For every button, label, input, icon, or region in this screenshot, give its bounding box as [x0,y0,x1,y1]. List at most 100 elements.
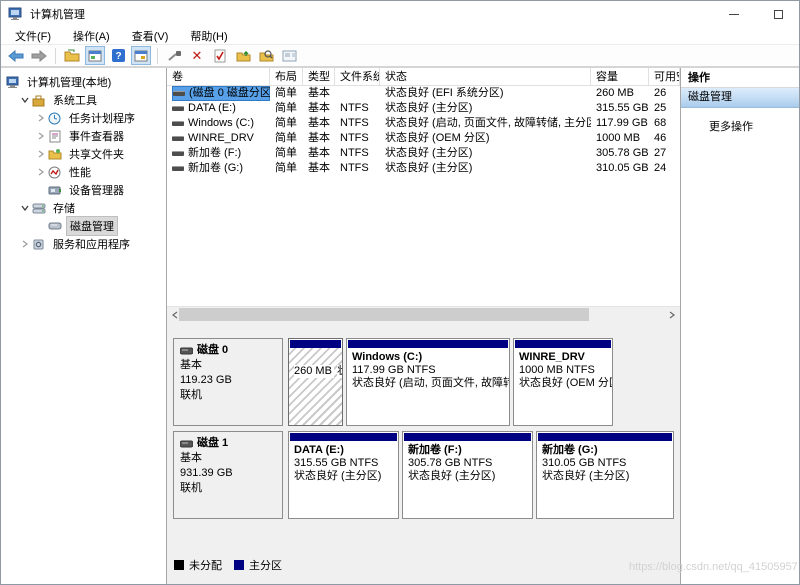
partition-new-f[interactable]: 新加卷 (F:) 305.78 GB NTFS 状态良好 (主分区) [402,431,533,519]
column-header-capacity[interactable]: 容量 [591,68,649,86]
action-pane-toggle[interactable] [131,46,151,65]
column-header-status[interactable]: 状态 [380,68,591,86]
tree-item-performance[interactable]: 性能 [1,163,166,181]
partition-winre-drv[interactable]: WINRE_DRV 1000 MB NTFS 状态良好 (OEM 分区) [513,338,613,426]
folder-up-arrow-icon [236,50,250,62]
partition-status: 状态良好 (主分区) [542,470,630,482]
tool-button[interactable] [164,46,184,65]
partition-size: 1000 MB NTFS [519,364,595,376]
chevron-closed-icon[interactable] [35,131,47,141]
volume-name-cell[interactable]: DATA (E:) [172,101,270,116]
chevron-closed-icon[interactable] [35,149,47,159]
help-button[interactable]: ? [108,46,128,65]
volume-name-cell[interactable]: Windows (C:) [172,116,270,131]
volume-row-efi[interactable]: (磁盘 0 磁盘分区 1) 简单 基本 状态良好 (EFI 系统分区) 260 … [167,86,680,101]
more-actions-button[interactable]: 更多操作 [681,118,799,134]
open-folder-button[interactable] [62,46,82,65]
partition-size: 310.05 GB NTFS [542,457,627,469]
volume-free-space: 26 [654,87,667,99]
tree-item-disk-management[interactable]: 磁盘管理 [1,216,166,236]
forward-button[interactable] [29,46,49,65]
volume-row-winre-drv[interactable]: WINRE_DRV 简单 基本 NTFS 状态良好 (OEM 分区) 1000 … [167,131,680,146]
chevron-closed-icon[interactable] [35,167,47,177]
disk-size: 119.23 GB [180,374,232,386]
volume-status: 状态良好 (EFI 系统分区) [385,87,504,99]
chevron-closed-icon[interactable] [35,113,47,123]
partition-color-bar [537,432,673,441]
actions-group-disk-management[interactable]: 磁盘管理 [681,88,799,108]
column-header-layout[interactable]: 布局 [270,68,303,86]
maximize-button[interactable] [761,1,795,27]
chevron-open-icon[interactable] [19,203,31,213]
column-header-volume[interactable]: 卷 [167,68,270,86]
tree-item-event-viewer[interactable]: 事件查看器 [1,127,166,145]
volume-name-cell[interactable]: (磁盘 0 磁盘分区 1) [172,86,270,101]
partition-name: 新加卷 (G:) [542,444,598,456]
chevron-closed-icon[interactable] [19,239,31,249]
partition-status: 状态良好 (OEM 分区) [519,377,612,389]
volume-status: 状态良好 (启动, 页面文件, 故障转储, 主分区) [385,117,591,129]
tree-item-services-applications[interactable]: 服务和应用程序 [1,235,166,253]
unallocated-swatch-icon [174,560,184,570]
toolbar: ? ✕ [1,45,799,67]
performance-icon [47,165,62,179]
volume-name-cell[interactable]: WINRE_DRV [172,131,270,146]
console-tree-toggle[interactable] [85,46,105,65]
properties-button[interactable] [210,46,230,65]
menu-help[interactable]: 帮助(H) [184,28,233,44]
tree-item-system-tools[interactable]: 系统工具 [1,91,166,109]
volume-row-new-g[interactable]: 新加卷 (G:) 简单 基本 NTFS 状态良好 (主分区) 310.05 GB… [167,161,680,176]
column-header-free-space[interactable]: 可用空间 [649,68,680,86]
horizontal-scrollbar[interactable] [167,306,680,322]
minimize-icon [729,13,739,15]
tree-item-task-scheduler[interactable]: 任务计划程序 [1,109,166,127]
volume-row-data-e[interactable]: DATA (E:) 简单 基本 NTFS 状态良好 (主分区) 315.55 G… [167,101,680,116]
volume-row-new-f[interactable]: 新加卷 (F:) 简单 基本 NTFS 状态良好 (主分区) 305.78 GB… [167,146,680,161]
column-header-type[interactable]: 类型 [303,68,335,86]
task-scheduler-icon [47,111,62,125]
console-tree: 计算机管理(本地) 系统工具 任务计划程序 事件查看器 共享文件夹 性能 设备管… [1,68,167,584]
tree-item-computer-management[interactable]: 计算机管理(本地) [1,73,166,91]
menu-file[interactable]: 文件(F) [9,28,57,44]
partition-name: Windows (C:) [352,351,423,363]
tree-item-shared-folders[interactable]: 共享文件夹 [1,145,166,163]
tree-item-label: 设备管理器 [69,185,124,197]
explore-button[interactable] [256,46,276,65]
column-header-filesystem[interactable]: 文件系统 [335,68,380,86]
partition-size: 315.55 GB NTFS [294,457,379,469]
menu-view[interactable]: 查看(V) [126,28,175,44]
partition-color-bar [289,432,398,441]
volume-name: 新加卷 (G:) [188,162,243,174]
scroll-right-arrow-icon[interactable] [664,307,680,323]
title-bar: 计算机管理 [1,1,799,27]
volume-icon [172,151,184,156]
partition-windows-c[interactable]: Windows (C:) 117.99 GB NTFS 状态良好 (启动, 页面… [346,338,510,426]
maximize-icon [773,9,783,19]
partition-efi[interactable]: 260 MB 状态良好 (EFI 系统分区) [288,338,343,426]
extend-volume-button[interactable] [233,46,253,65]
delete-volume-button[interactable]: ✕ [187,46,207,65]
partition-data-e[interactable]: DATA (E:) 315.55 GB NTFS 状态良好 (主分区) [288,431,399,519]
chevron-open-icon[interactable] [19,95,31,105]
partition-status: 状态良好 (启动, 页面文件, 故障转储 [352,377,509,389]
menu-action[interactable]: 操作(A) [67,28,116,44]
partition-size: 305.78 GB NTFS [408,457,493,469]
partition-new-g[interactable]: 新加卷 (G:) 310.05 GB NTFS 状态良好 (主分区) [536,431,674,519]
disk-0-row: 磁盘 0 基本 119.23 GB 联机 260 MB 状态良好 (EFI 系统… [173,338,613,426]
minimize-button[interactable] [717,1,751,27]
volume-type: 基本 [308,117,330,129]
scrollbar-thumb[interactable] [179,308,589,321]
form-button[interactable] [279,46,299,65]
tree-item-device-manager[interactable]: 设备管理器 [1,181,166,199]
disk-1-label[interactable]: 磁盘 1 基本 931.39 GB 联机 [173,431,283,519]
volume-capacity: 260 MB [596,87,634,99]
volume-row-windows-c[interactable]: Windows (C:) 简单 基本 NTFS 状态良好 (启动, 页面文件, … [167,116,680,131]
tree-item-storage[interactable]: 存储 [1,199,166,217]
volume-name-cell[interactable]: 新加卷 (G:) [172,161,270,176]
tree-item-label: 服务和应用程序 [53,239,130,251]
volume-layout: 简单 [275,162,297,174]
volume-name: (磁盘 0 磁盘分区 1) [189,87,270,99]
volume-name-cell[interactable]: 新加卷 (F:) [172,146,270,161]
disk-0-label[interactable]: 磁盘 0 基本 119.23 GB 联机 [173,338,283,426]
back-button[interactable] [6,46,26,65]
